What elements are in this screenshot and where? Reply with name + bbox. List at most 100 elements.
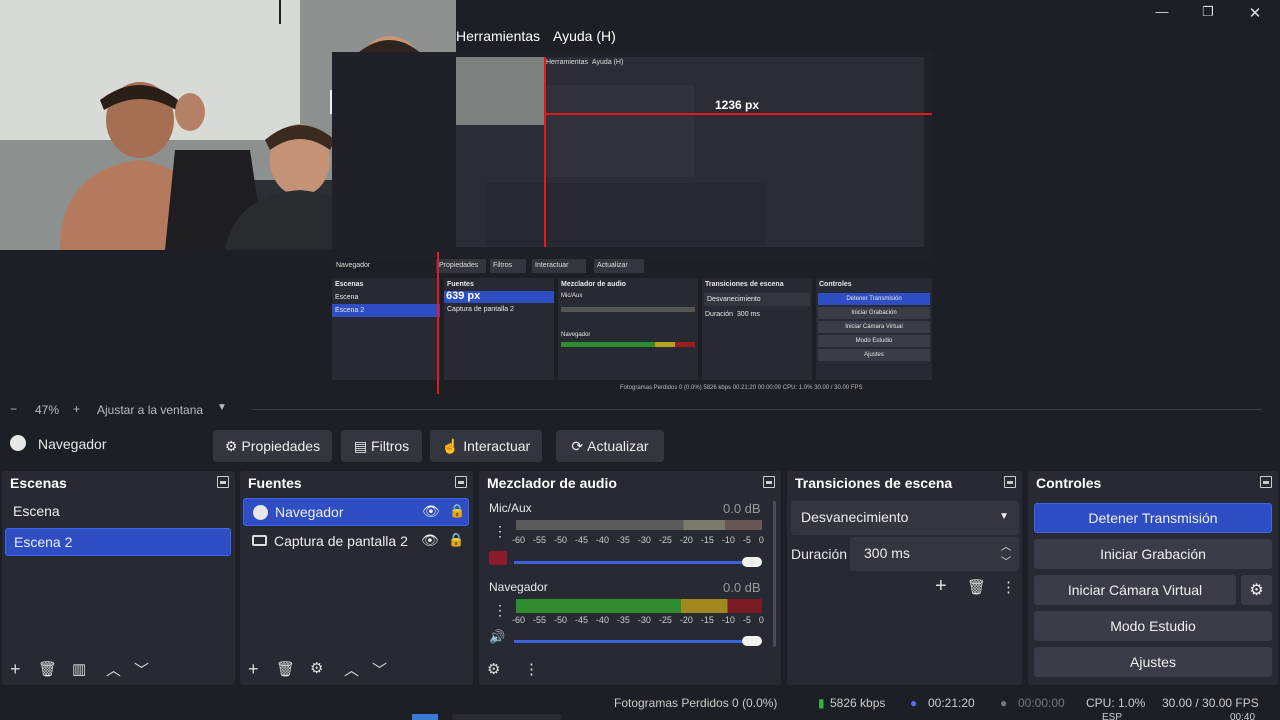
chevron-up-icon[interactable]: ︿ [1001,538,1011,553]
taskbar-clock[interactable]: 00:40 [1230,712,1255,720]
zoom-scrollbar[interactable] [252,409,1262,410]
gear-icon[interactable]: ⚙ [487,660,500,678]
volume-slider[interactable] [514,561,754,564]
stream-time: 00:21:20 [928,696,975,710]
transitions-dock: Transiciones de escena Desvanecimiento ▼… [787,471,1022,685]
taskbar-search[interactable] [452,714,562,720]
source-toolbar: Navegador ⚙ Propiedades ▤ Filtros ☝ Interac… [0,424,1280,464]
channel-name: Navegador [489,580,548,594]
gear-icon[interactable]: ⚙ [1241,575,1272,605]
lock-icon[interactable]: 🔒 [448,532,464,548]
sources-title: Fuentes [248,475,302,491]
menu-tools[interactable]: Herramientas [456,28,540,44]
audio-meter [516,520,762,530]
controls-dock: Controles Detener Transmisión Iniciar Gr… [1028,471,1278,685]
volume-slider[interactable] [514,640,754,643]
kebab-menu-icon[interactable]: ⋮ [1001,578,1016,596]
windows-start-icon[interactable] [412,714,438,720]
filter-icon[interactable]: ▥ [72,660,86,678]
nested-preview: Herramientas Ayuda (H) [456,57,924,247]
scene-item[interactable]: Escena [5,498,231,526]
zoom-out-button[interactable]: − [10,402,17,416]
add-icon[interactable]: + [248,659,259,680]
chevron-down-icon[interactable]: ﹀ [134,659,149,680]
lock-icon[interactable]: 🔒 [449,503,465,519]
zoom-bar: − 47% + Ajustar a la ventana ▼ [0,400,1280,420]
volume-handle[interactable] [742,557,762,567]
trash-icon[interactable]: 🗑 [967,578,986,596]
undock-icon[interactable] [217,476,229,488]
chevron-up-icon[interactable]: ︿ [106,659,121,680]
undock-icon[interactable] [763,476,775,488]
preview-canvas[interactable]: Herramientas Ayuda (H) 1236 px Navegador… [332,52,932,394]
guide-line-vertical-inner [544,57,546,247]
meter-scale: -60 -55 -50 -45 -40 -35 -30 -25 -20 -15 -10 -5 0 [512,535,764,545]
audio-mixer-dock: Mezclador de audio Mic/Aux 0.0 dB ⋮ -60-… [479,471,781,685]
chevron-up-icon[interactable]: ︿ [344,659,359,680]
filters-button[interactable]: ▤ Filtros [341,430,422,462]
undock-icon[interactable] [1260,476,1272,488]
eye-icon[interactable]: 👁 [422,503,440,520]
signal-icon: ▮ [818,696,825,710]
chevron-down-icon[interactable]: ▼ [217,402,227,413]
nested-status: Fotogramas Perdidos 0 (0.0%) 5826 kbps 0… [620,385,863,391]
start-virtual-camera-button[interactable]: Iniciar Cámara Virtual [1034,575,1236,605]
start-recording-button[interactable]: Iniciar Grabación [1034,539,1272,569]
menu-help[interactable]: Ayuda (H) [553,28,616,44]
gear-icon[interactable]: ⚙ [310,659,323,677]
settings-button[interactable]: Ajustes [1034,647,1272,677]
channel-name: Mic/Aux [489,501,532,515]
undock-icon[interactable] [455,476,467,488]
nested-controls-dock: Controles Detener Transmisión Iniciar Gr… [816,278,932,380]
nested-screen [546,85,694,177]
guide-line-horizontal-inner [544,113,932,115]
add-icon[interactable]: + [935,575,947,598]
chevron-down-icon: ▼ [999,511,1009,522]
keyboard-language[interactable]: ESP [1102,712,1122,720]
duration-input[interactable]: 300 ms ︿ ﹀ [850,537,1019,571]
guide-line-vertical [437,252,439,394]
source-item-selected[interactable]: Navegador 👁 🔒 [243,498,469,526]
cpu-usage: CPU: 1.0% [1086,696,1146,710]
volume-handle[interactable] [742,636,762,646]
close-button[interactable]: ✕ [1244,4,1266,22]
nested-obs-ui: Navegador Propiedades Filtros Interactua… [332,258,932,394]
dropped-frames: Fotogramas Perdidos 0 (0.0%) [614,696,778,710]
trash-icon[interactable]: 🗑 [38,660,57,678]
scene-item-selected[interactable]: Escena 2 [5,528,231,556]
minimize-button[interactable]: — [1151,4,1173,20]
fps: 30.00 / 30.00 FPS [1162,696,1259,710]
zoom-mode-select[interactable]: Ajustar a la ventana [97,403,203,417]
refresh-button[interactable]: ⟳ Actualizar [556,430,664,462]
source-label: Navegador [275,504,344,520]
filter-icon: ▤ [353,437,368,454]
studio-mode-button[interactable]: Modo Estudio [1034,611,1272,641]
stop-stream-button[interactable]: Detener Transmisión [1034,503,1272,533]
nested-docks [486,183,766,245]
speaker-icon[interactable]: 🔊 [489,629,505,645]
chevron-down-icon[interactable]: ﹀ [372,659,387,680]
nested-btn-filters: Filtros [490,259,526,273]
source-item[interactable]: Captura de pantalla 2 👁 🔒 [243,528,469,556]
eye-icon[interactable]: 👁 [421,532,439,549]
undock-icon[interactable] [1004,476,1016,488]
stream-icon: ● [910,696,918,710]
add-icon[interactable]: + [10,659,21,680]
trash-icon[interactable]: 🗑 [276,660,295,678]
interact-button[interactable]: ☝ Interactuar [430,430,542,462]
nested-mixer-dock: Mezclador de audio Mic/Aux Navegador [558,278,698,380]
kebab-menu-icon[interactable]: ⋮ [524,660,539,678]
kebab-menu-icon[interactable]: ⋮ [493,523,507,540]
sources-dock: Fuentes Navegador 👁 🔒 Captura de pantall… [240,471,473,685]
mixer-scrollbar[interactable] [773,501,776,647]
record-icon: ● [1000,696,1008,710]
zoom-in-button[interactable]: + [73,402,80,416]
kebab-menu-icon[interactable]: ⋮ [493,602,507,619]
chevron-down-icon[interactable]: ﹀ [1001,553,1011,568]
scenes-dock: Escenas Escena Escena 2 + 🗑 ▥ ︿ ﹀ [2,471,235,685]
muted-speaker-icon[interactable] [489,551,507,565]
transition-select[interactable]: Desvanecimiento ▼ [791,501,1019,535]
properties-button[interactable]: ⚙ Propiedades [213,430,332,462]
channel-db: 0.0 dB [723,501,761,516]
maximize-button[interactable]: ❐ [1197,4,1219,20]
